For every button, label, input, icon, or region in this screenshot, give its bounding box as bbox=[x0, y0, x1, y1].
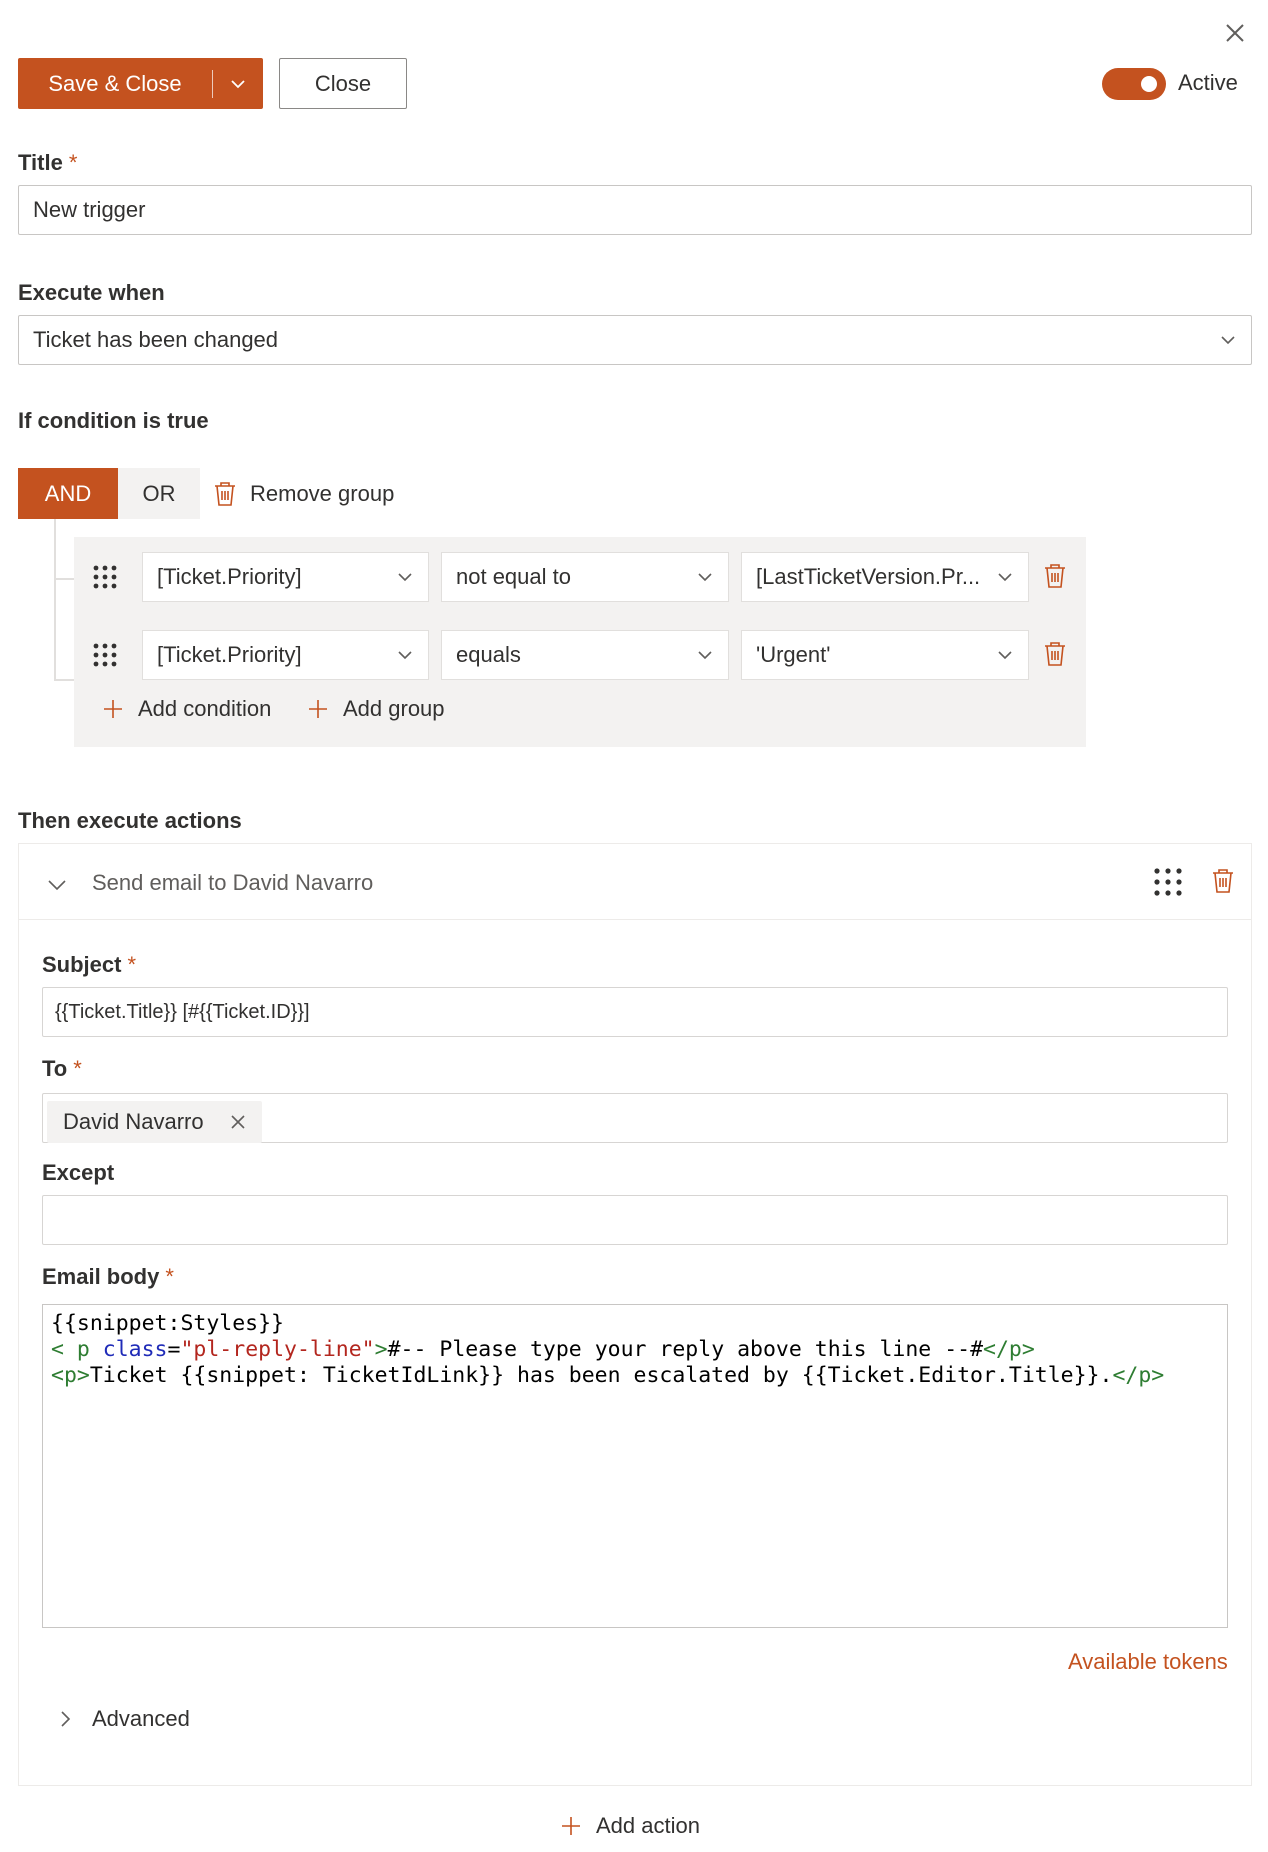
add-action-button[interactable]: Add action bbox=[560, 1808, 700, 1844]
chevron-down-icon bbox=[698, 651, 712, 660]
code-text: {{snippet:Styles}} bbox=[51, 1311, 284, 1336]
chevron-down-icon bbox=[1221, 336, 1235, 345]
code-line: {{snippet:Styles}} bbox=[51, 1311, 1219, 1337]
add-condition-button[interactable]: Add condition bbox=[102, 691, 271, 727]
chevron-down-icon[interactable] bbox=[46, 874, 68, 896]
save-close-button[interactable]: Save & Close bbox=[18, 58, 263, 109]
advanced-expander[interactable]: Advanced bbox=[56, 1706, 190, 1732]
condition-operator-value: equals bbox=[456, 642, 521, 667]
execute-when-label: Execute when bbox=[18, 280, 165, 305]
title-label: Title * bbox=[18, 150, 77, 176]
save-options-chevron-icon[interactable] bbox=[213, 75, 263, 93]
except-input[interactable] bbox=[42, 1195, 1228, 1245]
condition-field-value: [Ticket.Priority] bbox=[157, 642, 302, 667]
title-input-value: New trigger bbox=[33, 197, 146, 222]
remove-group-label: Remove group bbox=[250, 481, 395, 506]
and-toggle-button[interactable]: AND bbox=[18, 468, 118, 519]
code-text: Ticket {{snippet: TicketIdLink}} has bee… bbox=[89, 1363, 1113, 1388]
code-tag: </p> bbox=[983, 1337, 1035, 1362]
active-label: Active bbox=[1178, 70, 1238, 95]
condition-field-dropdown[interactable]: [Ticket.Priority] bbox=[142, 552, 429, 602]
condition-group: [Ticket.Priority] not equal to [LastTick… bbox=[74, 537, 1086, 747]
close-button[interactable]: Close bbox=[279, 58, 407, 109]
condition-value-text: 'Urgent' bbox=[756, 642, 831, 667]
required-asterisk: * bbox=[73, 1056, 82, 1081]
code-tag: > bbox=[374, 1337, 388, 1362]
required-asterisk: * bbox=[165, 1264, 174, 1289]
email-body-label-text: Email body bbox=[42, 1264, 160, 1289]
remove-recipient-icon[interactable] bbox=[230, 1114, 246, 1130]
subject-label: Subject * bbox=[42, 952, 136, 978]
title-label-text: Title bbox=[18, 150, 63, 175]
execute-when-dropdown[interactable]: Ticket has been changed bbox=[18, 315, 1252, 365]
chevron-down-icon bbox=[998, 651, 1012, 660]
condition-label: If condition is true bbox=[18, 408, 209, 433]
add-action-label: Add action bbox=[596, 1813, 700, 1838]
active-toggle[interactable] bbox=[1102, 68, 1166, 100]
condition-operator-dropdown[interactable]: equals bbox=[441, 630, 729, 680]
chevron-down-icon bbox=[998, 573, 1012, 582]
code-tag: < p bbox=[51, 1337, 103, 1362]
add-condition-label: Add condition bbox=[138, 696, 272, 721]
code-attr: class bbox=[102, 1337, 168, 1362]
chevron-down-icon bbox=[398, 651, 412, 660]
available-tokens-link[interactable]: Available tokens bbox=[1068, 1649, 1228, 1675]
or-toggle-button[interactable]: OR bbox=[118, 468, 200, 519]
recipient-persona: David Navarro bbox=[47, 1101, 262, 1143]
to-label: To * bbox=[42, 1056, 82, 1082]
code-string: "pl-reply-line" bbox=[180, 1337, 375, 1362]
code-tag: </p> bbox=[1112, 1363, 1165, 1388]
plus-icon bbox=[104, 700, 122, 718]
close-icon[interactable] bbox=[1220, 18, 1250, 48]
save-close-label: Save & Close bbox=[48, 70, 182, 96]
action-title: Send email to David Navarro bbox=[92, 870, 374, 895]
group-tree-tick bbox=[54, 578, 76, 580]
drag-handle-icon[interactable] bbox=[1153, 867, 1183, 897]
condition-field-dropdown[interactable]: [Ticket.Priority] bbox=[142, 630, 429, 680]
required-asterisk: * bbox=[127, 952, 137, 977]
plus-icon bbox=[562, 1817, 580, 1835]
code-text: = bbox=[167, 1337, 181, 1362]
condition-value-dropdown[interactable]: [LastTicketVersion.Pr... bbox=[741, 552, 1029, 602]
plus-icon bbox=[309, 700, 327, 718]
delete-condition-icon[interactable] bbox=[1042, 640, 1068, 668]
to-label-text: To bbox=[42, 1056, 68, 1081]
advanced-label: Advanced bbox=[92, 1706, 190, 1731]
delete-action-icon[interactable] bbox=[1210, 867, 1236, 895]
group-tree-line bbox=[54, 519, 76, 681]
add-group-label: Add group bbox=[343, 696, 445, 721]
required-asterisk: * bbox=[68, 150, 78, 175]
condition-value-dropdown[interactable]: 'Urgent' bbox=[741, 630, 1029, 680]
code-text: #-- Please type your reply above this li… bbox=[387, 1337, 984, 1362]
chevron-right-icon bbox=[61, 1711, 71, 1727]
code-line: < p class="pl-reply-line">#-- Please typ… bbox=[51, 1337, 1219, 1363]
chevron-down-icon bbox=[398, 573, 412, 582]
actions-section-label: Then execute actions bbox=[18, 808, 242, 833]
execute-when-value: Ticket has been changed bbox=[33, 327, 279, 352]
drag-handle-icon[interactable] bbox=[92, 642, 118, 668]
condition-field-value: [Ticket.Priority] bbox=[157, 564, 302, 589]
recipient-name: David Navarro bbox=[63, 1109, 204, 1134]
condition-operator-dropdown[interactable]: not equal to bbox=[441, 552, 729, 602]
toggle-knob bbox=[1141, 76, 1157, 92]
subject-input-value: {{Ticket.Title}} [#{{Ticket.ID}}] bbox=[55, 1000, 310, 1023]
remove-group-button[interactable]: Remove group bbox=[212, 476, 394, 512]
subject-input[interactable]: {{Ticket.Title}} [#{{Ticket.ID}}] bbox=[42, 987, 1228, 1037]
except-label: Except bbox=[42, 1160, 115, 1185]
code-line: <p>Ticket {{snippet: TicketIdLink}} has … bbox=[51, 1363, 1219, 1389]
title-input[interactable]: New trigger bbox=[18, 185, 1252, 235]
drag-handle-icon[interactable] bbox=[92, 564, 118, 590]
code-tag: <p> bbox=[51, 1363, 90, 1388]
email-body-editor[interactable]: {{snippet:Styles}} < p class="pl-reply-li… bbox=[42, 1304, 1228, 1628]
chevron-down-icon bbox=[698, 573, 712, 582]
trash-icon bbox=[215, 482, 235, 506]
email-body-label: Email body * bbox=[42, 1264, 174, 1290]
condition-operator-value: not equal to bbox=[456, 564, 571, 589]
condition-value-text: [LastTicketVersion.Pr... bbox=[756, 564, 981, 589]
add-group-button[interactable]: Add group bbox=[307, 691, 445, 727]
subject-label-text: Subject bbox=[42, 952, 122, 977]
delete-condition-icon[interactable] bbox=[1042, 562, 1068, 590]
